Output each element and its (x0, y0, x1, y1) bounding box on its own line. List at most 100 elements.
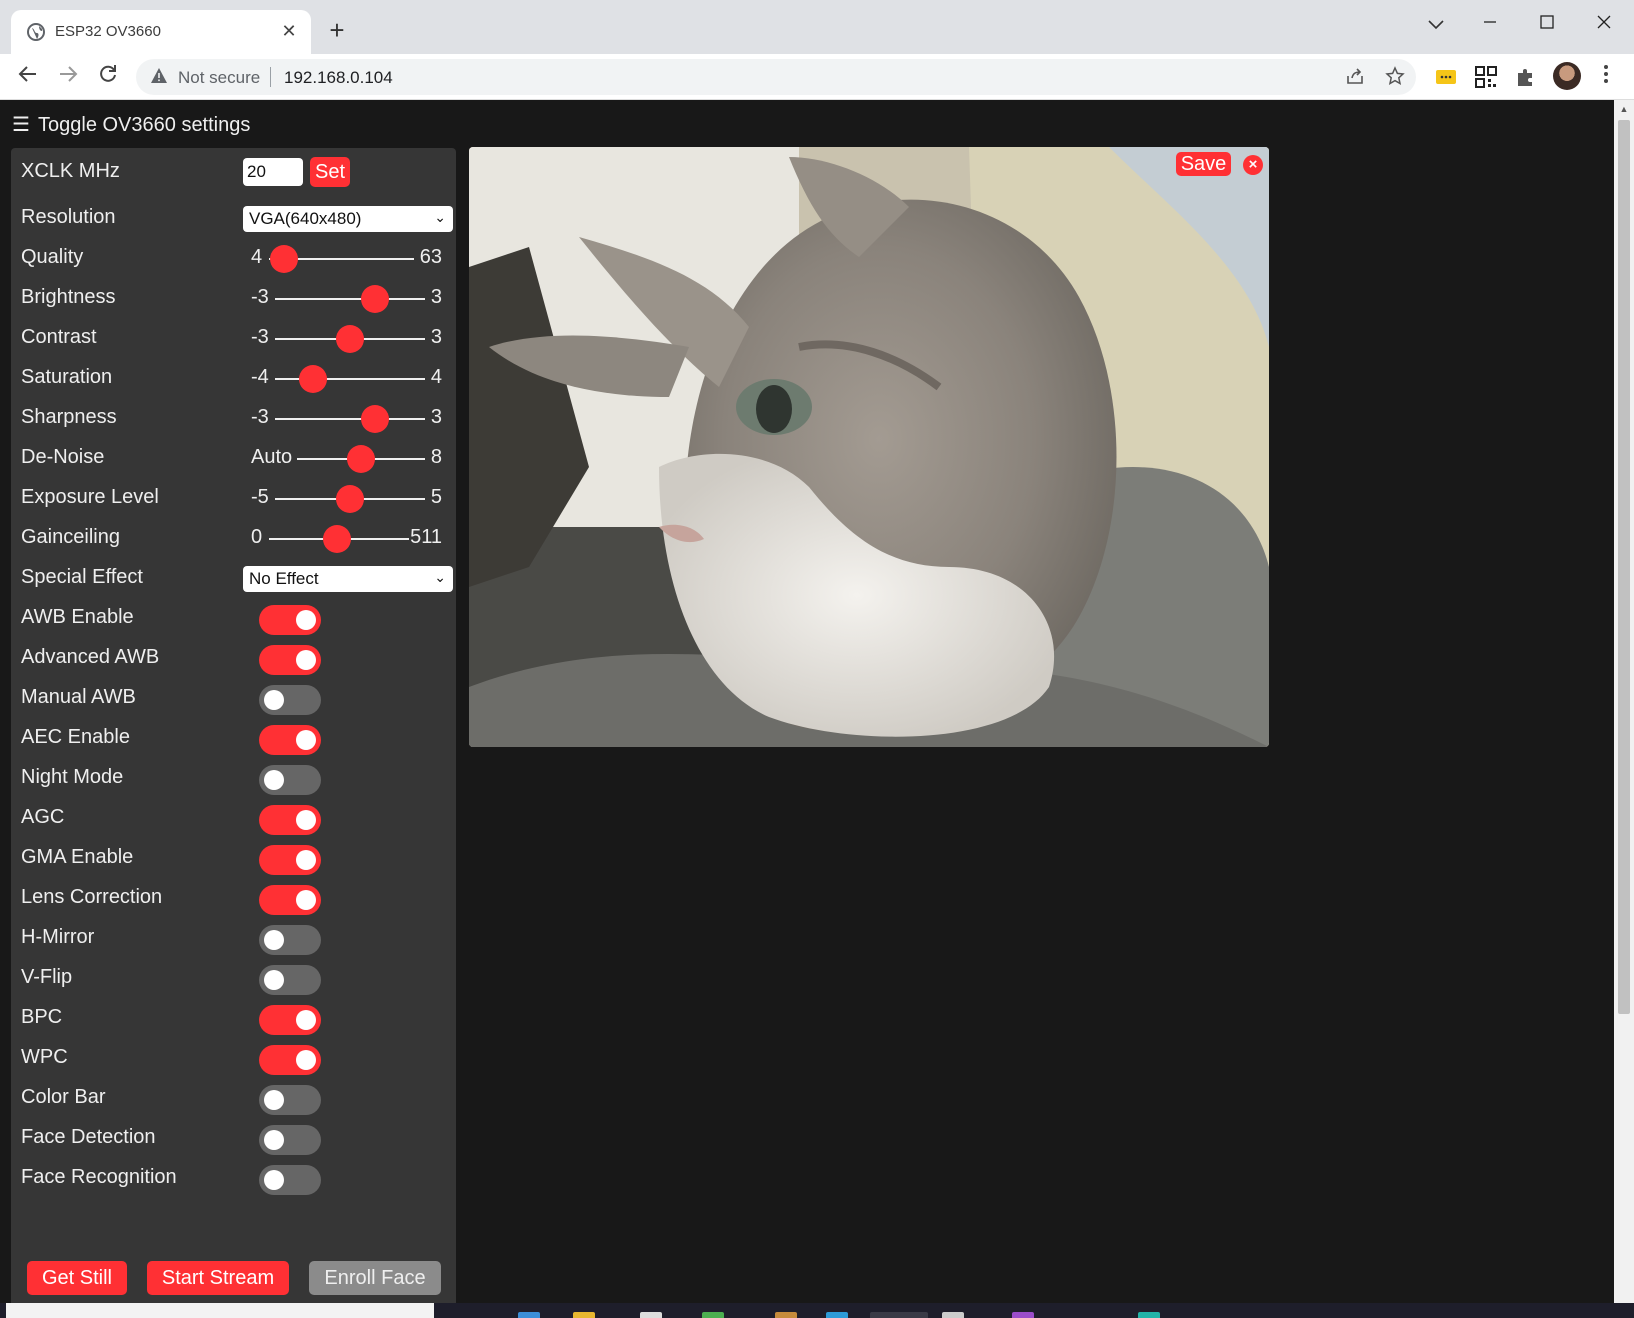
url-text[interactable]: 192.168.0.104 (284, 68, 393, 88)
slider-row: Gainceiling 0 511 (21, 518, 446, 558)
toggle-switch[interactable] (259, 925, 321, 955)
toggle-knob (296, 810, 316, 830)
slider-knob[interactable] (336, 325, 364, 353)
taskbar-app-icon[interactable] (826, 1312, 848, 1318)
toggle-switch[interactable] (259, 845, 321, 875)
slider-knob[interactable] (336, 485, 364, 513)
toggle-switch[interactable] (259, 685, 321, 715)
security-label[interactable]: Not secure (178, 68, 260, 88)
slider-track[interactable] (275, 378, 425, 380)
slider-min-label: -3 (251, 406, 269, 428)
toggle-settings-label: Toggle OV3660 settings (38, 114, 251, 136)
slider-knob[interactable] (269, 245, 298, 273)
get-still-button[interactable]: Get Still (27, 1261, 127, 1295)
maximize-icon[interactable] (1527, 8, 1567, 40)
taskbar-app-icon[interactable] (518, 1312, 540, 1318)
taskbar-app-icon[interactable] (1138, 1312, 1160, 1318)
scrollbar-thumb[interactable] (1618, 120, 1630, 1014)
taskbar-app-icon[interactable] (1012, 1312, 1034, 1318)
special-effect-value: No Effect (249, 569, 319, 588)
slider-label: Gainceiling (21, 526, 120, 548)
toggle-label: WPC (21, 1046, 68, 1068)
toggle-switch[interactable] (259, 725, 321, 755)
save-image-button[interactable]: Save (1176, 152, 1231, 176)
toggle-switch[interactable] (259, 805, 321, 835)
enroll-face-button[interactable]: Enroll Face (309, 1261, 441, 1295)
slider-track[interactable] (275, 298, 425, 300)
slider-track[interactable] (275, 418, 425, 420)
special-effect-select[interactable]: No Effect ⌄ (243, 566, 453, 592)
slider-max-label: 5 (430, 486, 442, 508)
slider-knob[interactable] (322, 525, 351, 553)
profile-avatar[interactable] (1553, 62, 1581, 90)
toggle-knob (264, 1170, 284, 1190)
slider-knob[interactable] (298, 365, 327, 393)
toggle-switch[interactable] (259, 965, 321, 995)
slider-label: Contrast (21, 326, 97, 348)
slider-row: De-Noise Auto 8 (21, 438, 446, 478)
xclk-input[interactable]: 20 (243, 158, 303, 186)
start-stream-button[interactable]: Start Stream (147, 1261, 289, 1295)
slider-max-label: 8 (430, 446, 442, 468)
extensions-puzzle-icon[interactable] (1515, 66, 1537, 88)
taskbar-app-icon[interactable] (942, 1312, 964, 1318)
toggle-row: BPC (21, 998, 446, 1038)
toggle-label: V-Flip (21, 966, 73, 988)
browser-menu-icon[interactable] (1598, 64, 1614, 90)
slider-knob[interactable] (361, 285, 389, 313)
minimize-icon[interactable] (1470, 8, 1510, 40)
resolution-select[interactable]: VGA(640x480) ⌄ (243, 206, 453, 232)
toggle-switch[interactable] (259, 1165, 321, 1195)
special-effect-row: Special Effect No Effect ⌄ (21, 558, 453, 598)
slider-min-label: 0 (251, 526, 263, 548)
toggle-switch[interactable] (259, 1125, 321, 1155)
toggle-switch[interactable] (259, 605, 321, 635)
slider-row: Contrast -3 3 (21, 318, 446, 358)
close-window-icon[interactable] (1584, 8, 1624, 40)
taskbar-app-icon[interactable] (640, 1312, 662, 1318)
toggle-switch[interactable] (259, 1005, 321, 1035)
toggle-row: Manual AWB (21, 678, 446, 718)
toggle-knob (264, 1090, 284, 1110)
slider-max-label: 63 (419, 246, 442, 268)
toggle-row: AWB Enable (21, 598, 446, 638)
toggle-switch[interactable] (259, 885, 321, 915)
toggle-switch[interactable] (259, 1045, 321, 1075)
tab-search-icon[interactable] (1416, 8, 1456, 40)
slider-knob[interactable] (347, 445, 375, 473)
xclk-set-button[interactable]: Set (310, 157, 350, 187)
slider-knob[interactable] (361, 405, 389, 433)
close-stream-icon[interactable]: × (1243, 155, 1263, 175)
new-tab-button[interactable]: + (322, 16, 352, 46)
slider-row: Brightness -3 3 (21, 278, 446, 318)
tab-close-icon[interactable]: ✕ (277, 19, 301, 43)
toggle-row: GMA Enable (21, 838, 446, 878)
taskbar-app-icon[interactable] (775, 1312, 797, 1318)
slider-min-label: -5 (251, 486, 269, 508)
toggle-settings-link[interactable]: ☰ Toggle OV3660 settings (12, 112, 250, 137)
browser-tab[interactable]: ESP32 OV3660 ✕ (11, 10, 311, 54)
taskbar-app-icon[interactable] (702, 1312, 724, 1318)
qr-code-icon[interactable] (1475, 66, 1497, 88)
share-icon[interactable] (1344, 66, 1366, 88)
page-scrollbar[interactable]: ▲ (1614, 100, 1634, 1303)
toggle-row: AGC (21, 798, 446, 838)
back-arrow-icon[interactable] (14, 63, 42, 91)
taskbar-active-app[interactable] (870, 1312, 928, 1318)
toggle-switch[interactable] (259, 645, 321, 675)
toggle-label: Face Detection (21, 1126, 156, 1148)
slider-min-label: 4 (251, 246, 263, 268)
forward-arrow-icon[interactable] (54, 63, 82, 91)
toggle-row: Face Detection (21, 1118, 446, 1158)
extension-password-icon[interactable] (1435, 66, 1457, 88)
address-bar[interactable]: Not secure 192.168.0.104 (136, 59, 1416, 95)
toggle-knob (264, 690, 284, 710)
toggle-switch[interactable] (259, 1085, 321, 1115)
bookmark-star-icon[interactable] (1384, 66, 1406, 88)
toggle-switch[interactable] (259, 765, 321, 795)
taskbar-search-box[interactable] (6, 1303, 434, 1318)
reload-icon[interactable] (94, 63, 122, 91)
resolution-label: Resolution (21, 206, 116, 228)
scroll-up-icon[interactable]: ▲ (1619, 104, 1629, 114)
taskbar-app-icon[interactable] (573, 1312, 595, 1318)
